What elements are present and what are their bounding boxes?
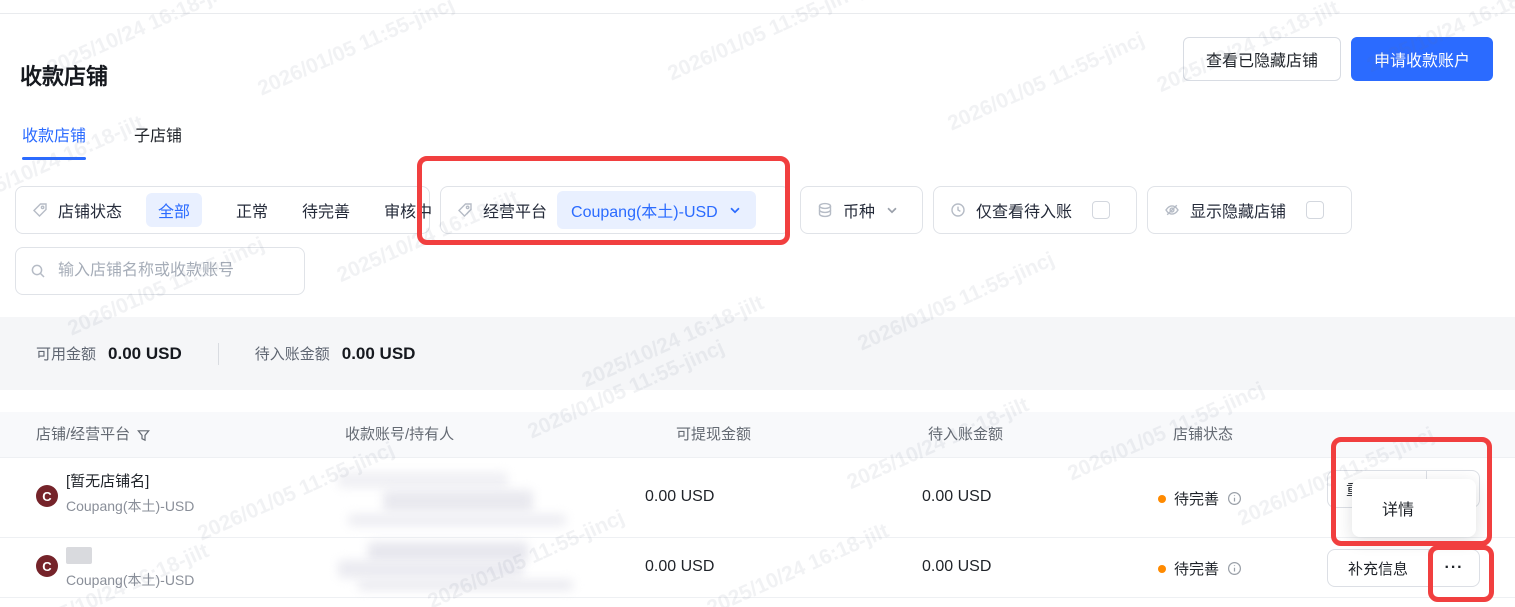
search-icon (30, 263, 46, 279)
tab-bar: 收款店铺 子店铺 (22, 122, 182, 160)
col-store: 店铺/经营平台 (36, 412, 151, 458)
col-withdrawable-label: 可提现金额 (676, 426, 752, 443)
store-name: [暂无店铺名] (66, 473, 150, 490)
row-action-more-button[interactable]: ··· (1428, 550, 1479, 586)
store-platform: Coupang(本土)-USD (66, 498, 195, 514)
payee-stores-page: 收款店铺 查看已隐藏店铺 申请收款账户 收款店铺 子店铺 店铺状态 全部 正常 … (0, 0, 1515, 607)
store-status: 待完善 (1158, 488, 1242, 509)
chevron-down-icon (885, 203, 899, 217)
table-row: C Coupang(本土)-USD 0.00 USD 0.00 USD 待完善 … (0, 538, 1515, 598)
table-row: C [暂无店铺名] Coupang(本土)-USD 0.00 USD 0.00 … (0, 458, 1515, 538)
tab-payee-stores[interactable]: 收款店铺 (22, 122, 87, 160)
store-status-filter: 店铺状态 全部 正常 待完善 审核中 (15, 186, 432, 234)
col-status-label: 店铺状态 (1173, 426, 1234, 443)
status-text: 待完善 (1174, 491, 1220, 508)
actions-dropdown-menu: 详情 (1352, 479, 1476, 537)
row-action-group: 补充信息 ··· (1327, 549, 1480, 587)
show-hidden-label: 显示隐藏店铺 (1190, 204, 1287, 221)
pending-amount-value: 0.00 USD (341, 343, 416, 363)
pending-only-checkbox[interactable] (1092, 201, 1111, 219)
show-hidden-filter: 显示隐藏店铺 (1147, 186, 1352, 234)
pending-only-label: 仅查看待入账 (976, 204, 1073, 221)
platform-label: 经营平台 (483, 204, 548, 221)
supplement-info-button[interactable]: 补充信息 (1328, 550, 1428, 586)
redacted-account-info (338, 464, 578, 532)
incoming-amount: 0.00 USD (922, 488, 992, 505)
platform-selected-value: Coupang(本土)-USD (571, 204, 718, 221)
tag-icon (457, 202, 473, 218)
coupang-badge-icon: C (36, 485, 58, 507)
watermark-stamp: 2026/01/05 11:55-jincj (254, 0, 458, 101)
available-amount-value: 0.00 USD (108, 343, 182, 363)
status-option-incomplete[interactable]: 待完善 (302, 198, 350, 222)
tab-sub-stores[interactable]: 子店铺 (134, 122, 182, 160)
incoming-amount: 0.00 USD (922, 558, 992, 575)
store-platform: Coupang(本土)-USD (66, 572, 195, 588)
platform-select[interactable]: Coupang(本土)-USD (557, 191, 756, 229)
pending-only-filter: 仅查看待入账 (933, 186, 1137, 234)
apply-payee-account-button[interactable]: 申请收款账户 (1350, 37, 1493, 81)
platform-filter: 经营平台 Coupang(本土)-USD (440, 186, 790, 234)
status-dot-icon (1158, 494, 1166, 503)
chevron-down-icon (728, 203, 742, 217)
filter-bar: 店铺状态 全部 正常 待完善 审核中 经营平台 Coupang(本土)-USD (15, 186, 1352, 234)
search-input[interactable] (56, 261, 290, 281)
clock-icon (950, 202, 966, 218)
menu-item-details[interactable]: 详情 (1352, 496, 1414, 520)
col-store-label: 店铺/经营平台 (36, 426, 131, 443)
coupang-badge-icon: C (36, 555, 58, 577)
status-option-normal[interactable]: 正常 (236, 198, 268, 222)
status-option-reviewing[interactable]: 审核中 (384, 198, 432, 222)
withdrawable-amount: 0.00 USD (645, 488, 715, 505)
store-search (15, 247, 305, 295)
col-incoming-label: 待入账金额 (928, 426, 1004, 443)
header-actions: 查看已隐藏店铺 申请收款账户 (1182, 37, 1493, 81)
table-header: 店铺/经营平台 收款账号/持有人 可提现金额 待入账金额 店铺状态 (0, 412, 1515, 458)
info-icon[interactable] (1227, 561, 1242, 576)
redacted-account-info (338, 542, 588, 594)
store-status: 待完善 (1158, 558, 1242, 579)
top-divider (0, 0, 1515, 14)
view-hidden-stores-button[interactable]: 查看已隐藏店铺 (1182, 37, 1341, 81)
col-incoming: 待入账金额 (928, 412, 1003, 458)
status-text: 待完善 (1174, 561, 1220, 578)
col-account: 收款账号/持有人 (345, 412, 454, 458)
eye-off-icon (1164, 202, 1180, 218)
col-withdrawable: 可提现金额 (676, 412, 751, 458)
show-hidden-checkbox[interactable] (1306, 201, 1325, 219)
status-option-all[interactable]: 全部 (146, 193, 203, 227)
funnel-icon[interactable] (136, 428, 151, 443)
balance-summary: 可用金额 0.00 USD 待入账金额 0.00 USD (0, 317, 1515, 390)
currency-label: 币种 (843, 204, 876, 221)
available-amount-label: 可用金额 (36, 346, 97, 363)
currency-filter[interactable]: 币种 (800, 186, 923, 234)
redacted-store-name (66, 547, 92, 564)
coins-icon (817, 202, 833, 218)
summary-divider (217, 342, 219, 365)
page-title: 收款店铺 (20, 63, 109, 89)
store-status-label: 店铺状态 (58, 204, 123, 221)
watermark-stamp: 2026/01/05 11:55-jincj (944, 27, 1148, 136)
pending-amount-label: 待入账金额 (254, 346, 330, 363)
tag-icon (32, 202, 48, 218)
info-icon[interactable] (1227, 491, 1242, 506)
col-status: 店铺状态 (1173, 412, 1233, 458)
status-dot-icon (1158, 564, 1166, 573)
withdrawable-amount: 0.00 USD (645, 558, 715, 575)
col-account-label: 收款账号/持有人 (345, 426, 455, 443)
